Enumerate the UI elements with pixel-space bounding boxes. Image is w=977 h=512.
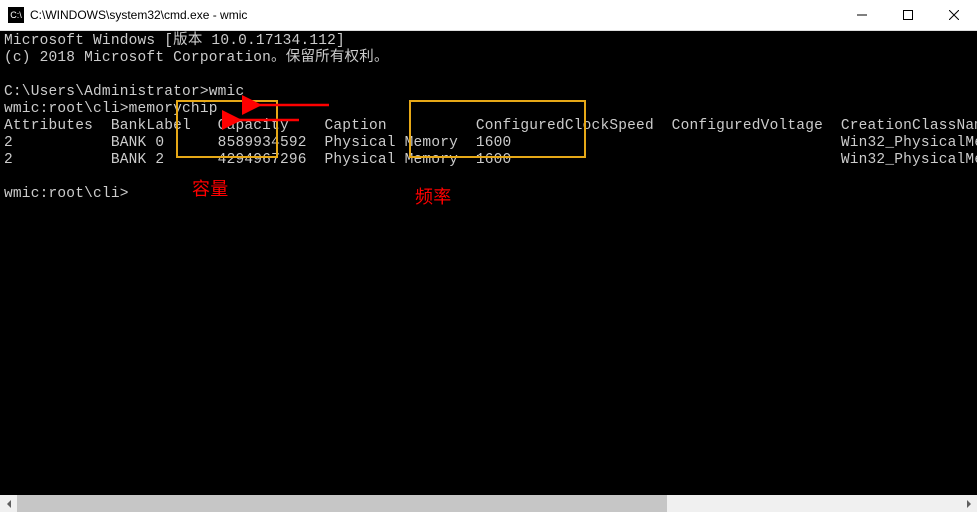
cell: Physical Memory [325, 152, 459, 168]
scroll-track[interactable] [17, 495, 960, 512]
cell: 1600 [476, 135, 512, 151]
cell: 2 [4, 152, 13, 168]
scroll-right-button[interactable] [960, 495, 977, 512]
cell: Win32_PhysicalMemory [841, 152, 977, 168]
maximize-button[interactable] [885, 0, 931, 30]
final-prompt: wmic:root\cli> [4, 186, 129, 202]
col-class: CreationClassName [841, 118, 977, 134]
cell: 4294967296 [218, 152, 307, 168]
col-voltage: ConfiguredVoltage [672, 118, 823, 134]
cell: 1600 [476, 152, 512, 168]
horizontal-scrollbar[interactable] [0, 495, 977, 512]
cell: Win32_PhysicalMemory [841, 135, 977, 151]
wmic-command: memorychip [129, 101, 218, 117]
annotation-label-clock: 频率 [415, 189, 451, 206]
minimize-button[interactable] [839, 0, 885, 30]
annotation-label-capacity: 容量 [192, 181, 228, 198]
cell: BANK 0 [111, 135, 164, 151]
scroll-thumb[interactable] [17, 495, 667, 512]
window-title: C:\WINDOWS\system32\cmd.exe - wmic [30, 8, 247, 22]
cell: 8589934592 [218, 135, 307, 151]
col-capacity: Capacity [218, 118, 289, 134]
copyright-line: (c) 2018 Microsoft Corporation。保留所有权利。 [4, 50, 389, 66]
close-button[interactable] [931, 0, 977, 30]
cmd-icon: C:\ [8, 7, 24, 23]
col-clock: ConfiguredClockSpeed [476, 118, 654, 134]
scroll-left-button[interactable] [0, 495, 17, 512]
col-banklabel: BankLabel [111, 118, 191, 134]
cell: BANK 2 [111, 152, 164, 168]
cell: Physical Memory [325, 135, 459, 151]
wmic-prompt: wmic:root\cli> [4, 101, 129, 117]
version-line: Microsoft Windows [版本 10.0.17134.112] [4, 33, 345, 49]
col-caption: Caption [325, 118, 387, 134]
window-titlebar: C:\ C:\WINDOWS\system32\cmd.exe - wmic [0, 0, 977, 31]
terminal-output[interactable]: Microsoft Windows [版本 10.0.17134.112] (c… [0, 31, 977, 498]
user-command: wmic [209, 84, 245, 100]
cell: 2 [4, 135, 13, 151]
user-prompt: C:\Users\Administrator> [4, 84, 209, 100]
col-attributes: Attributes [4, 118, 93, 134]
